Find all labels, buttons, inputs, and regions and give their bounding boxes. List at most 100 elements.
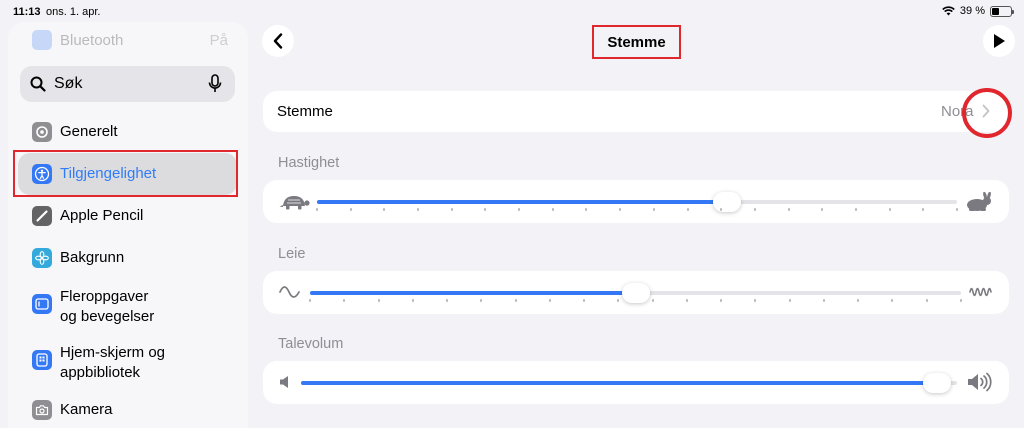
sidebar-item-tilgjengelighet[interactable]: Tilgjengelighet <box>18 153 237 195</box>
slider-tick <box>417 208 420 211</box>
status-bar: 11:13 ons. 1. apr. 39 % <box>0 0 1024 22</box>
sidebar-item-label: Kamera <box>60 401 113 418</box>
slider-tick <box>617 299 620 302</box>
chevron-right-icon <box>982 104 990 118</box>
rabbit-icon <box>967 192 991 211</box>
multitasking-icon <box>32 294 52 314</box>
slider-tick <box>922 208 925 211</box>
turtle-icon <box>279 196 310 210</box>
pencil-icon <box>32 206 52 226</box>
status-time: 11:13 <box>13 6 41 18</box>
sidebar-item-bluetooth[interactable]: Bluetooth På <box>32 30 228 52</box>
play-button[interactable] <box>983 25 1015 57</box>
sidebar-item-hjem-skjerm[interactable]: Hjem-skjerm og appbibliotek <box>18 335 237 387</box>
status-indicators: 39 % <box>942 5 1014 17</box>
voice-row[interactable]: Stemme Nora <box>263 91 1009 132</box>
page-title: Stemme <box>592 25 681 59</box>
slider-tick <box>651 299 654 302</box>
volume-slider-knob[interactable] <box>923 373 952 393</box>
slider-tick <box>857 299 860 302</box>
sidebar-item-label-line1: Fleroppgaver <box>60 288 149 305</box>
gear-icon <box>32 122 52 142</box>
slider-tick <box>585 208 588 211</box>
slider-tick <box>652 208 655 211</box>
slider-tick <box>484 208 487 211</box>
wifi-icon <box>942 6 955 16</box>
slider-tick <box>480 299 483 302</box>
slider-tick <box>411 299 414 302</box>
play-icon <box>994 34 1005 48</box>
sidebar-item-label: Bakgrunn <box>60 249 125 266</box>
slider-tick <box>686 208 689 211</box>
bluetooth-icon <box>32 30 52 50</box>
sidebar-item-bakgrunn[interactable]: Bakgrunn <box>18 237 237 279</box>
slider-tick <box>821 208 824 211</box>
search-field[interactable]: Søk <box>20 66 235 102</box>
slider-tick <box>383 208 386 211</box>
search-placeholder: Søk <box>54 75 83 92</box>
microphone-icon[interactable] <box>208 74 222 94</box>
slider-tick <box>316 208 318 211</box>
slider-tick <box>720 299 723 302</box>
sidebar-item-label-line2: og bevegelser <box>60 308 155 325</box>
voice-value: Nora <box>941 103 974 120</box>
slider-tick <box>925 299 928 302</box>
slider-tick <box>788 299 791 302</box>
slider-tick <box>518 208 521 211</box>
back-button[interactable] <box>262 25 294 57</box>
speed-section-label: Hastighet <box>278 155 340 171</box>
battery-fill <box>992 7 999 15</box>
sidebar-item-label: Bluetooth <box>60 32 124 49</box>
slider-tick <box>753 208 756 211</box>
low-wave-icon <box>279 286 300 298</box>
battery-cap <box>1012 9 1014 14</box>
sidebar-item-label-line2: appbibliotek <box>60 364 141 381</box>
sidebar-item-label-line1: Hjem-skjerm og <box>60 344 166 361</box>
slider-tick <box>450 208 453 211</box>
status-date: ons. 1. apr. <box>46 6 101 18</box>
slider-tick <box>514 299 517 302</box>
slider-tick <box>754 299 757 302</box>
sidebar-item-kamera[interactable]: Kamera <box>18 389 237 428</box>
speed-slider-knob[interactable] <box>712 192 741 212</box>
camera-icon <box>32 400 52 420</box>
speed-slider-fill <box>317 200 727 204</box>
slider-tick <box>309 299 311 302</box>
home-screen-icon <box>32 350 52 370</box>
slider-tick <box>822 299 825 302</box>
slider-tick <box>548 299 551 302</box>
sidebar-item-label: Generelt <box>60 123 118 140</box>
volume-slider-fill <box>301 381 938 385</box>
flower-icon <box>32 248 52 268</box>
slider-tick <box>343 299 346 302</box>
slider-tick <box>619 208 622 211</box>
volume-slider-track[interactable] <box>301 381 957 385</box>
volume-slider-row <box>263 361 1009 404</box>
slider-tick <box>787 208 790 211</box>
pitch-slider-row <box>263 271 1009 314</box>
sidebar-item-label: Apple Pencil <box>60 207 144 224</box>
pitch-slider-fill <box>310 291 636 295</box>
slider-tick <box>960 299 962 302</box>
sidebar-item-apple-pencil[interactable]: Apple Pencil <box>18 195 237 237</box>
slider-tick <box>349 208 352 211</box>
battery-percent: 39 % <box>959 5 985 17</box>
slider-tick <box>551 208 554 211</box>
slider-tick <box>888 208 891 211</box>
pitch-slider-knob[interactable] <box>621 283 650 303</box>
sidebar-item-generelt[interactable]: Generelt <box>18 111 237 153</box>
slider-tick <box>854 208 857 211</box>
chevron-left-icon <box>273 33 283 49</box>
settings-sidebar: Bluetooth På Søk Generelt Tilgjengelighe… <box>8 22 248 428</box>
slider-tick <box>583 299 586 302</box>
slider-tick <box>891 299 894 302</box>
speed-slider-track[interactable] <box>317 200 957 204</box>
search-icon <box>30 76 46 92</box>
speaker-high-icon <box>968 372 992 392</box>
slider-tick <box>685 299 688 302</box>
sidebar-item-fleroppgaver[interactable]: Fleroppgaver og bevegelser <box>18 279 237 331</box>
voice-label: Stemme <box>277 103 333 120</box>
high-wave-icon <box>969 287 992 297</box>
battery-icon <box>990 5 1014 17</box>
sidebar-item-value: På <box>209 32 228 49</box>
